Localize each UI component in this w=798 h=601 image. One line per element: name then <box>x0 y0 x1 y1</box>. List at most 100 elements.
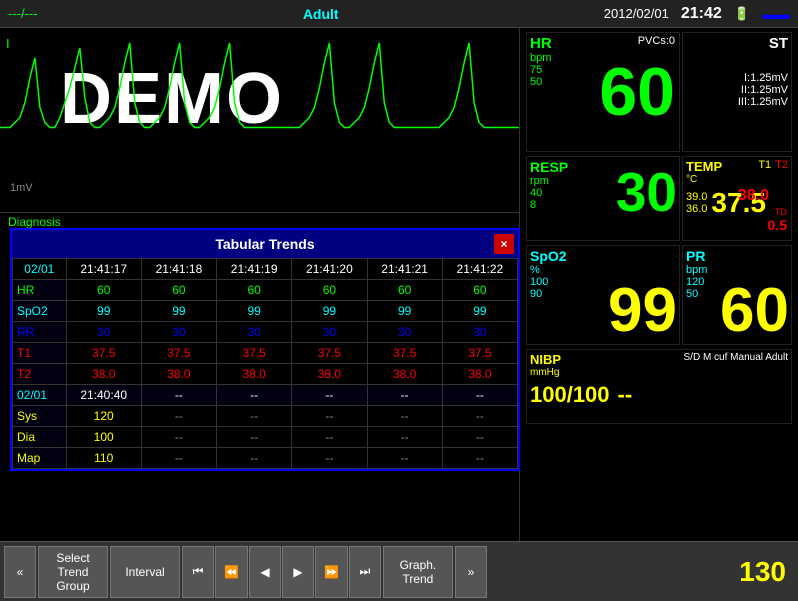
t1-label-cell: T1 <box>13 343 67 364</box>
hr-value: 60 <box>599 58 675 126</box>
st-block: ST I:1.25mV II:1.25mV III:1.25mV <box>682 32 792 152</box>
temp-unit: °C <box>686 174 788 185</box>
dia-val-3: -- <box>292 427 367 448</box>
nibp-dash: -- <box>618 382 633 408</box>
sec2-col5: -- <box>367 385 442 406</box>
spo2-pr-row: SpO2 % 100 90 99 PR bpm 120 50 60 <box>526 245 792 345</box>
rr-val-5: 30 <box>442 322 517 343</box>
section2-header-row: 02/01 21:40:40 -- -- -- -- -- <box>13 385 518 406</box>
t1-val-0: 37.5 <box>66 343 141 364</box>
hr-block: PVCs:0 HR bpm 75 50 60 <box>526 32 680 152</box>
nav-first-button[interactable]: ⏮ <box>182 546 214 598</box>
graph-trend-button[interactable]: Graph. Trend <box>383 546 453 598</box>
nibp-value: 100/100 <box>530 382 610 408</box>
right-number-display: 130 <box>731 556 794 588</box>
st-ii-val: II:1.25mV <box>686 84 788 96</box>
spo2-value: 99 <box>608 280 677 342</box>
pr-block: PR bpm 120 50 60 <box>682 245 792 345</box>
dia-val-1: -- <box>141 427 216 448</box>
sec2-col4: -- <box>292 385 367 406</box>
spo2-label-cell: SpO2 <box>13 301 67 322</box>
temp-t2-label: T2 <box>775 159 788 171</box>
temp-val-2: 36.0 <box>686 203 707 215</box>
rr-val-1: 30 <box>141 322 216 343</box>
rr-val-0: 30 <box>66 322 141 343</box>
spo2-val-2: 99 <box>217 301 292 322</box>
col-header-3: 21:41:19 <box>217 259 292 280</box>
table-row-t1: T1 37.5 37.5 37.5 37.5 37.5 37.5 <box>13 343 518 364</box>
spo2-val-5: 99 <box>442 301 517 322</box>
sys-val-4: -- <box>367 406 442 427</box>
t1-val-4: 37.5 <box>367 343 442 364</box>
time-display: 21:42 <box>681 5 722 23</box>
navigation-group: ⏮ ⏪ ◀ ▶ ⏩ ⏭ <box>182 546 381 598</box>
trends-header-row: 02/01 21:41:17 21:41:18 21:41:19 21:41:2… <box>13 259 518 280</box>
t1-val-1: 37.5 <box>141 343 216 364</box>
pvcs-display: PVCs:0 <box>638 35 675 47</box>
top-bar: ---/--- Adult 2012/02/01 21:42 🔋 ▬▬ <box>0 0 798 28</box>
t2-val-4: 38.0 <box>367 364 442 385</box>
rr-val-4: 30 <box>367 322 442 343</box>
sys-val-1: -- <box>141 406 216 427</box>
top-left-indicator: ---/--- <box>8 6 38 21</box>
ecg-area: I DEMO 1mV <box>0 28 519 213</box>
hr-val-3: 60 <box>292 280 367 301</box>
t2-label-cell: T2 <box>13 364 67 385</box>
left-panel: I DEMO 1mV Diagnosis Tabular Trends × 0 <box>0 28 520 541</box>
dia-val-5: -- <box>442 427 517 448</box>
nav-next-step-button[interactable]: ▶ <box>282 546 314 598</box>
nibp-block: NIBP S/D M cuf Manual Adult mmHg 100/100… <box>526 349 792 424</box>
map-val-0: 110 <box>66 448 141 469</box>
map-val-3: -- <box>292 448 367 469</box>
spo2-val-4: 99 <box>367 301 442 322</box>
signal-icon: ▬▬ <box>762 6 790 22</box>
dia-val-2: -- <box>217 427 292 448</box>
t2-val-0: 38.0 <box>66 364 141 385</box>
t2-val-3: 38.0 <box>292 364 367 385</box>
t2-val-1: 38.0 <box>141 364 216 385</box>
hr-val-0: 60 <box>66 280 141 301</box>
ecg-waveform <box>0 28 519 212</box>
rr-val-3: 30 <box>292 322 367 343</box>
dia-val-4: -- <box>367 427 442 448</box>
table-row-t2: T2 38.0 38.0 38.0 38.0 38.0 38.0 <box>13 364 518 385</box>
resp-value: 30 <box>616 165 677 220</box>
col-header-5: 21:41:21 <box>367 259 442 280</box>
col-header-1: 21:41:17 <box>66 259 141 280</box>
nav-prev-button[interactable]: ⏪ <box>215 546 248 598</box>
trends-close-button[interactable]: × <box>494 234 514 254</box>
sys-val-0: 120 <box>66 406 141 427</box>
hr-val-5: 60 <box>442 280 517 301</box>
sec2-col1: 21:40:40 <box>66 385 141 406</box>
nibp-label: NIBP <box>530 352 561 367</box>
patient-mode: Adult <box>303 6 339 22</box>
map-val-4: -- <box>367 448 442 469</box>
hr-val-2: 60 <box>217 280 292 301</box>
prev-page-button[interactable]: « <box>4 546 36 598</box>
pr-value: 60 <box>720 280 789 342</box>
t2-val-2: 38.0 <box>217 364 292 385</box>
select-trend-group-button[interactable]: Select Trend Group <box>38 546 108 598</box>
nav-next-button[interactable]: ⏩ <box>315 546 348 598</box>
nav-last-button[interactable]: ⏭ <box>349 546 381 598</box>
sys-label-cell: Sys <box>13 406 67 427</box>
nav-prev-step-button[interactable]: ◀ <box>249 546 281 598</box>
temp-block: TEMP T1 T2 °C 39.0 36.0 37.5 38.0 <box>682 156 792 241</box>
next-page-button[interactable]: » <box>455 546 487 598</box>
hr-val-1: 60 <box>141 280 216 301</box>
spo2-val-3: 99 <box>292 301 367 322</box>
col-header-2: 21:41:18 <box>141 259 216 280</box>
st-label: ST <box>686 35 788 52</box>
dia-label-cell: Dia <box>13 427 67 448</box>
temp-val-1: 39.0 <box>686 191 707 203</box>
table-row-spo2: SpO2 99 99 99 99 99 99 <box>13 301 518 322</box>
col-header-4: 21:41:20 <box>292 259 367 280</box>
resp-temp-row: RESP rpm 40 8 30 TEMP T1 T2 °C 39 <box>526 156 792 241</box>
spo2-val-0: 99 <box>66 301 141 322</box>
sys-val-5: -- <box>442 406 517 427</box>
trends-dialog: Tabular Trends × 02/01 21:41:17 21:41:18… <box>10 228 520 471</box>
interval-button[interactable]: Interval <box>110 546 180 598</box>
sec2-col3: -- <box>217 385 292 406</box>
t1-val-5: 37.5 <box>442 343 517 364</box>
hr-label-cell: HR <box>13 280 67 301</box>
